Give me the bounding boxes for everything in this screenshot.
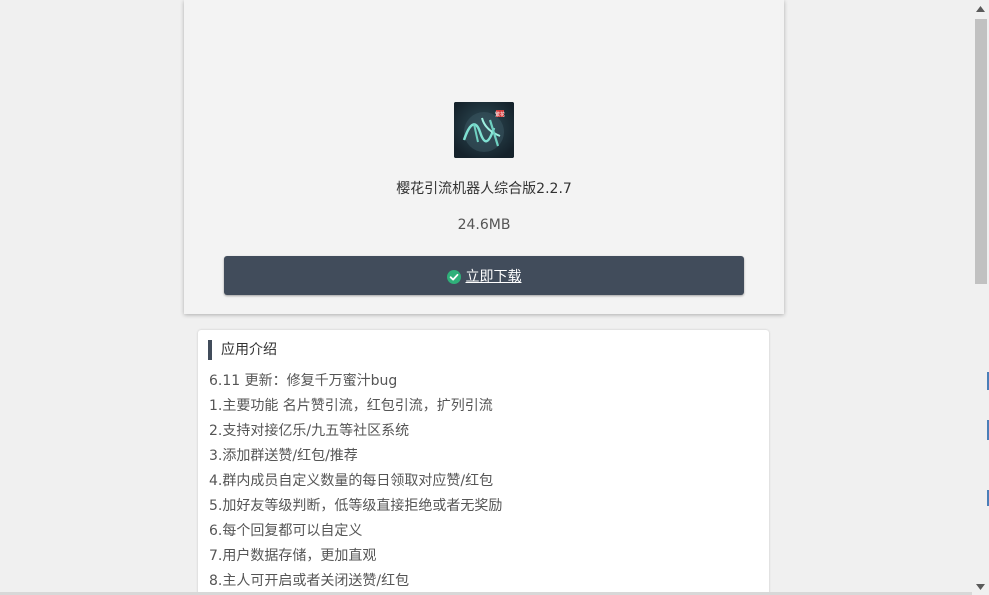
svg-text:繁花: 繁花 — [495, 111, 505, 118]
intro-list: 6.11 更新：修复千万蜜汁bug 1.主要功能 名片赞引流，红包引流，扩列引流… — [209, 371, 502, 595]
scroll-thumb[interactable] — [975, 19, 987, 284]
intro-panel: 应用介绍 6.11 更新：修复千万蜜汁bug 1.主要功能 名片赞引流，红包引流… — [198, 330, 769, 595]
intro-item: 6.11 更新：修复千万蜜汁bug — [209, 373, 398, 389]
download-label[interactable]: 立即下载 — [466, 266, 522, 286]
scroll-up-arrow-icon[interactable] — [972, 0, 989, 17]
download-button[interactable]: 立即下载 — [224, 256, 744, 295]
intro-item: 1.主要功能 名片赞引流，红包引流，扩列引流 — [209, 398, 493, 414]
intro-title-accent — [208, 340, 212, 360]
scroll-down-arrow-icon[interactable] — [972, 578, 989, 595]
intro-title: 应用介绍 — [221, 342, 277, 358]
download-card: 繁花 樱花引流机器人综合版2.2.7 24.6MB 立即下载 — [184, 0, 784, 314]
app-size: 24.6MB — [457, 217, 511, 233]
intro-item: 3.添加群送赞/红包/推荐 — [209, 448, 358, 464]
intro-item: 6.每个回复都可以自定义 — [209, 523, 363, 539]
intro-item: 4.群内成员自定义数量的每日领取对应赞/红包 — [209, 473, 494, 489]
app-logo-icon: 繁花 — [454, 102, 514, 158]
intro-item: 5.加好友等级判断，低等级直接拒绝或者无奖励 — [209, 498, 503, 514]
intro-item: 7.用户数据存储，更加直观 — [209, 548, 377, 564]
intro-item: 2.支持对接亿乐/九五等社区系统 — [209, 423, 410, 439]
app-name: 樱花引流机器人综合版2.2.7 — [396, 181, 572, 197]
check-circle-icon — [446, 269, 461, 284]
vertical-scrollbar[interactable] — [972, 0, 989, 595]
page: 繁花 樱花引流机器人综合版2.2.7 24.6MB 立即下载 应用介绍 6.11… — [0, 0, 989, 595]
